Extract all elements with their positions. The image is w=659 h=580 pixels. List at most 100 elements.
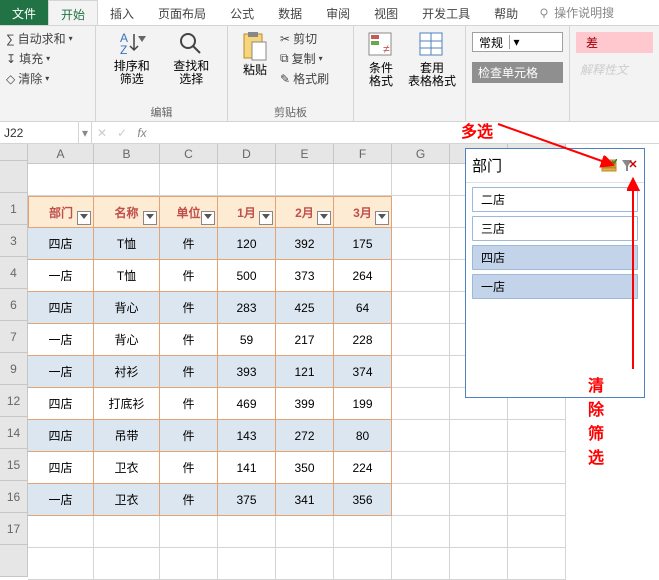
table-cell[interactable]: 四店: [28, 452, 94, 484]
table-cell[interactable]: 一店: [28, 260, 94, 292]
cell[interactable]: [392, 420, 450, 452]
cancel-formula[interactable]: ✕: [92, 126, 112, 140]
table-header-cell[interactable]: 单位: [160, 196, 218, 228]
row-header[interactable]: 17: [0, 513, 28, 545]
copy-button[interactable]: ⧉复制▾: [280, 50, 329, 67]
table-cell[interactable]: 175: [334, 228, 392, 260]
tab-view[interactable]: 视图: [362, 0, 410, 25]
table-cell[interactable]: 199: [334, 388, 392, 420]
row-header[interactable]: 14: [0, 417, 28, 449]
cut-button[interactable]: ✂剪切: [280, 30, 329, 47]
table-cell[interactable]: 500: [218, 260, 276, 292]
paste-button[interactable]: 粘贴: [234, 28, 276, 79]
table-cell[interactable]: 件: [160, 452, 218, 484]
filter-dropdown-icon[interactable]: [143, 211, 157, 225]
col-header[interactable]: F: [334, 144, 392, 164]
row-header[interactable]: 4: [0, 257, 28, 289]
table-cell[interactable]: 356: [334, 484, 392, 516]
cell[interactable]: [450, 548, 508, 580]
row-header[interactable]: 12: [0, 385, 28, 417]
check-cell-button[interactable]: 检查单元格: [472, 62, 563, 83]
tab-formula[interactable]: 公式: [218, 0, 266, 25]
cell[interactable]: [450, 452, 508, 484]
table-cell[interactable]: 393: [218, 356, 276, 388]
table-cell[interactable]: 392: [276, 228, 334, 260]
table-cell[interactable]: 341: [276, 484, 334, 516]
table-cell[interactable]: 64: [334, 292, 392, 324]
tab-insert[interactable]: 插入: [98, 0, 146, 25]
table-header-cell[interactable]: 名称: [94, 196, 160, 228]
table-cell[interactable]: [334, 548, 392, 580]
table-header-cell[interactable]: 1月: [218, 196, 276, 228]
cell[interactable]: [450, 516, 508, 548]
autosum-button[interactable]: ∑自动求和 ▾: [6, 30, 89, 47]
table-cell[interactable]: 四店: [28, 420, 94, 452]
table-cell[interactable]: 272: [276, 420, 334, 452]
table-cell[interactable]: 375: [218, 484, 276, 516]
col-header[interactable]: C: [160, 144, 218, 164]
table-cell[interactable]: 217: [276, 324, 334, 356]
table-cell[interactable]: [160, 548, 218, 580]
tab-home[interactable]: 开始: [48, 0, 98, 25]
cell[interactable]: [508, 452, 566, 484]
cell[interactable]: [392, 164, 450, 196]
table-header-cell[interactable]: 3月: [334, 196, 392, 228]
table-cell[interactable]: [334, 164, 392, 196]
table-cell[interactable]: 打底衫: [94, 388, 160, 420]
tab-layout[interactable]: 页面布局: [146, 0, 218, 25]
table-cell[interactable]: 224: [334, 452, 392, 484]
table-cell[interactable]: 350: [276, 452, 334, 484]
table-cell[interactable]: 374: [334, 356, 392, 388]
col-header[interactable]: D: [218, 144, 276, 164]
cell[interactable]: [392, 484, 450, 516]
table-cell[interactable]: 80: [334, 420, 392, 452]
find-select-button[interactable]: 查找和选择: [162, 28, 222, 88]
table-cell[interactable]: 卫衣: [94, 484, 160, 516]
table-cell[interactable]: 469: [218, 388, 276, 420]
row-header[interactable]: 1: [0, 193, 28, 225]
cell[interactable]: [392, 388, 450, 420]
table-cell[interactable]: 143: [218, 420, 276, 452]
table-cell[interactable]: 59: [218, 324, 276, 356]
table-cell[interactable]: [28, 164, 94, 196]
filter-dropdown-icon[interactable]: [375, 211, 389, 225]
tab-data[interactable]: 数据: [266, 0, 314, 25]
table-cell[interactable]: 264: [334, 260, 392, 292]
cell[interactable]: [392, 292, 450, 324]
cell[interactable]: [508, 420, 566, 452]
fill-button[interactable]: ↧填充 ▾: [6, 50, 89, 67]
table-cell[interactable]: 卫衣: [94, 452, 160, 484]
col-header[interactable]: G: [392, 144, 450, 164]
table-cell[interactable]: [276, 548, 334, 580]
cell[interactable]: [450, 484, 508, 516]
table-cell[interactable]: T恤: [94, 228, 160, 260]
number-format-combo[interactable]: 常规 ▾: [472, 32, 563, 52]
cell[interactable]: [392, 356, 450, 388]
col-header[interactable]: B: [94, 144, 160, 164]
table-cell[interactable]: [218, 164, 276, 196]
cell[interactable]: [392, 452, 450, 484]
filter-dropdown-icon[interactable]: [77, 211, 91, 225]
table-cell[interactable]: 425: [276, 292, 334, 324]
cell[interactable]: [392, 228, 450, 260]
table-header-cell[interactable]: 2月: [276, 196, 334, 228]
table-cell[interactable]: T恤: [94, 260, 160, 292]
table-format-button[interactable]: 套用 表格格式: [402, 28, 462, 90]
table-cell[interactable]: 一店: [28, 484, 94, 516]
table-cell[interactable]: 衬衫: [94, 356, 160, 388]
cell[interactable]: [392, 548, 450, 580]
tab-help[interactable]: 帮助: [482, 0, 530, 25]
table-cell[interactable]: 373: [276, 260, 334, 292]
sort-filter-button[interactable]: AZ 排序和筛选: [102, 28, 162, 88]
style-bad[interactable]: 差: [576, 32, 653, 53]
format-painter-button[interactable]: ✎格式刷: [280, 70, 329, 87]
tell-me[interactable]: 操作说明搜: [530, 0, 614, 25]
col-header[interactable]: E: [276, 144, 334, 164]
fx-button[interactable]: fx: [132, 126, 152, 140]
row-header[interactable]: 9: [0, 353, 28, 385]
cell[interactable]: [392, 516, 450, 548]
table-cell[interactable]: 141: [218, 452, 276, 484]
cell[interactable]: [392, 260, 450, 292]
filter-dropdown-icon[interactable]: [317, 211, 331, 225]
table-cell[interactable]: [94, 164, 160, 196]
